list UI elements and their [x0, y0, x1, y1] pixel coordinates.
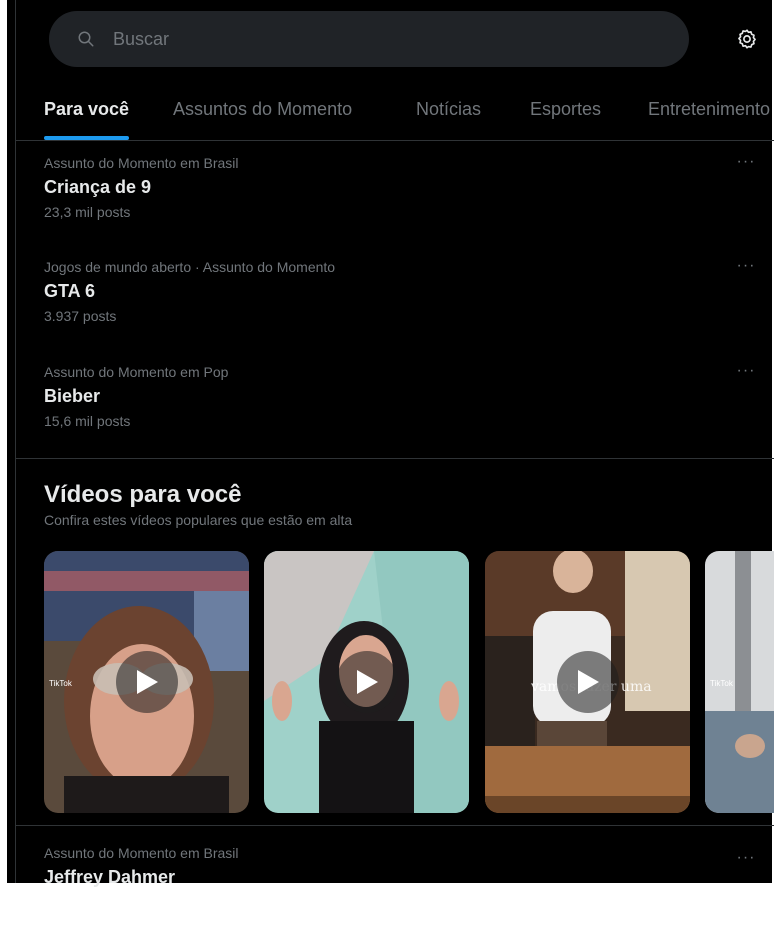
settings-button[interactable]	[735, 27, 759, 51]
videos-carousel: TikTok vamos uma TikTok	[16, 551, 774, 813]
tab-label: Para você	[44, 98, 130, 119]
play-button[interactable]	[556, 651, 619, 713]
play-button[interactable]	[115, 651, 178, 713]
more-icon[interactable]: ···	[734, 363, 758, 382]
trend-context: Assunto do Momento em Brasil	[44, 155, 239, 171]
trend-name: Jeffrey Dahmer	[44, 867, 176, 887]
videos-section-title: Vídeos para você	[44, 481, 242, 508]
trend-context: Assunto do Momento em Pop	[44, 364, 229, 380]
trend-context: Jogos de mundo aberto · Assunto do Momen…	[44, 259, 336, 275]
tab-label: Esportes	[530, 98, 602, 119]
video-card[interactable]: TikTok	[44, 551, 249, 813]
trend-post-count: 3.937 posts	[44, 308, 117, 324]
explore-tabs: Para você Assuntos do Momento Notícias E…	[16, 78, 774, 141]
trend-name: Criança de 9	[44, 177, 152, 197]
more-icon[interactable]: ···	[734, 850, 758, 869]
more-icon[interactable]: ···	[734, 258, 758, 277]
trend-post-count: 15,6 mil posts	[44, 413, 131, 429]
tab-news[interactable]: Notícias	[416, 78, 481, 140]
videos-section-subtitle: Confira estes vídeos populares que estão…	[44, 512, 353, 528]
tab-label: Entretenimento	[648, 98, 771, 119]
tab-label: Assuntos do Momento	[173, 98, 353, 119]
more-icon[interactable]: ···	[734, 154, 758, 173]
trend-item[interactable]: Assunto do Momento em Brasil Criança de …	[16, 143, 774, 247]
trend-item[interactable]: Assunto do Momento em Pop Bieber 15,6 mi…	[16, 352, 774, 456]
search-bar[interactable]: Buscar	[49, 11, 689, 67]
search-icon	[78, 31, 94, 47]
tab-trending[interactable]: Assuntos do Momento	[173, 78, 352, 140]
play-icon	[577, 670, 599, 694]
trend-name: Bieber	[44, 386, 101, 406]
video-card[interactable]: TikTok	[705, 551, 774, 813]
video-card[interactable]: vamos fazer uma	[485, 551, 690, 813]
tab-sports[interactable]: Esportes	[530, 78, 601, 140]
trend-item[interactable]: Assunto do Momento em Brasil Jeffrey Dah…	[16, 835, 774, 939]
tab-label: Notícias	[416, 98, 482, 119]
gear-icon	[738, 29, 756, 49]
tiktok-watermark: TikTok	[710, 679, 733, 688]
trend-name: GTA 6	[44, 281, 96, 301]
video-card[interactable]	[264, 551, 469, 813]
search-input[interactable]: Buscar	[113, 29, 169, 50]
tab-entertainment[interactable]: Entretenimento	[648, 78, 770, 140]
tab-for-you[interactable]: Para você	[44, 78, 130, 140]
play-button[interactable]	[335, 651, 398, 713]
trend-context: Assunto do Momento em Brasil	[44, 845, 239, 861]
active-tab-indicator	[44, 136, 130, 140]
section-divider	[16, 458, 774, 459]
explore-page: Buscar Para você Assuntos do Momento Not…	[0, 0, 774, 887]
play-icon	[356, 670, 378, 694]
play-icon	[136, 670, 158, 694]
tiktok-watermark: TikTok	[49, 679, 72, 688]
trend-item[interactable]: Jogos de mundo aberto · Assunto do Momen…	[16, 247, 774, 351]
section-divider	[16, 825, 774, 826]
trend-post-count: 23,3 mil posts	[44, 204, 131, 220]
explore-column: Buscar Para você Assuntos do Momento Not…	[15, 0, 774, 887]
